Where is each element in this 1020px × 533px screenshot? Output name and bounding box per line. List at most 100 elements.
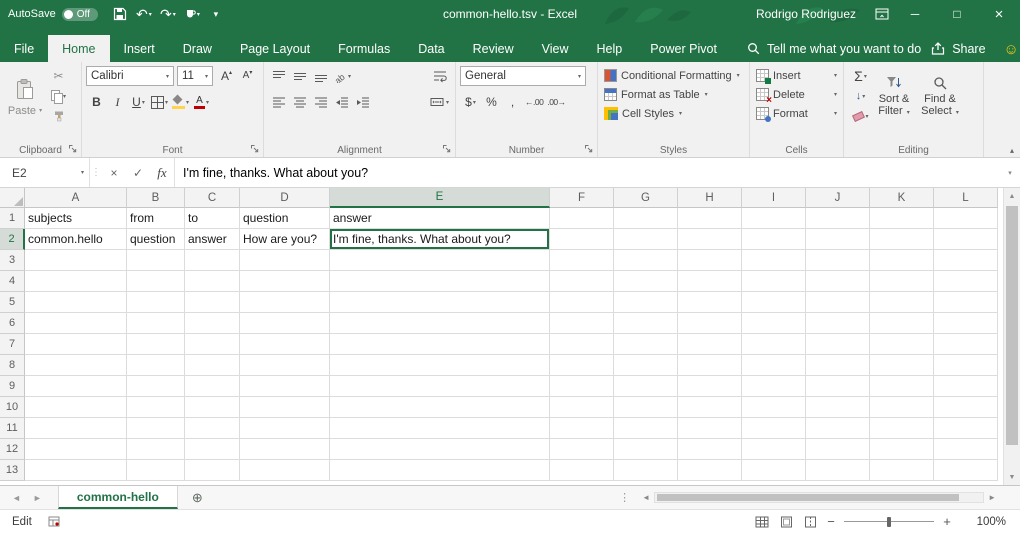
row-header-6[interactable]: 6 <box>0 313 25 334</box>
cell-K12[interactable] <box>870 439 934 460</box>
decrease-decimal-button[interactable]: .00→ <box>545 92 567 112</box>
cell-A4[interactable] <box>25 271 127 292</box>
cell-J11[interactable] <box>806 418 870 439</box>
normal-view-button[interactable] <box>750 512 774 532</box>
ribbon-tab-file[interactable]: File <box>0 35 48 62</box>
cell-F1[interactable] <box>550 208 614 229</box>
fill-button[interactable]: ↓▾ <box>850 86 871 106</box>
cell-A2[interactable]: common.hello <box>25 229 127 250</box>
cell-L4[interactable] <box>934 271 998 292</box>
cell-C10[interactable] <box>185 397 240 418</box>
cell-E1[interactable]: answer <box>330 208 550 229</box>
cell-D12[interactable] <box>240 439 330 460</box>
cell-I7[interactable] <box>742 334 806 355</box>
row-header-8[interactable]: 8 <box>0 355 25 376</box>
cell-H2[interactable] <box>678 229 742 250</box>
insert-cells-button[interactable]: Insert ▾ <box>754 66 839 85</box>
align-right-button[interactable] <box>310 92 331 112</box>
cell-F2[interactable] <box>550 229 614 250</box>
cell-H10[interactable] <box>678 397 742 418</box>
find-select-button[interactable]: Find & Select ▾ <box>917 73 963 119</box>
column-header-G[interactable]: G <box>614 188 678 208</box>
sheet-nav-left-button[interactable]: ◄ <box>12 493 21 503</box>
cell-I12[interactable] <box>742 439 806 460</box>
cell-I1[interactable] <box>742 208 806 229</box>
cell-G4[interactable] <box>614 271 678 292</box>
cell-E7[interactable] <box>330 334 550 355</box>
cell-H4[interactable] <box>678 271 742 292</box>
borders-button[interactable]: ▾ <box>149 92 170 112</box>
cell-A8[interactable] <box>25 355 127 376</box>
feedback-smiley-button[interactable]: ☺ <box>1004 41 1019 58</box>
cell-J12[interactable] <box>806 439 870 460</box>
touch-mouse-mode-button[interactable]: ▾ <box>180 1 204 27</box>
cell-E4[interactable] <box>330 271 550 292</box>
cell-B3[interactable] <box>127 250 185 271</box>
column-header-H[interactable]: H <box>678 188 742 208</box>
align-left-button[interactable] <box>268 92 289 112</box>
insert-function-button[interactable]: fx <box>150 158 174 187</box>
cell-K11[interactable] <box>870 418 934 439</box>
cell-G10[interactable] <box>614 397 678 418</box>
vertical-scrollbar[interactable]: ▲ ▼ <box>1003 188 1020 485</box>
cell-F10[interactable] <box>550 397 614 418</box>
cell-B13[interactable] <box>127 460 185 481</box>
cell-L12[interactable] <box>934 439 998 460</box>
cell-F5[interactable] <box>550 292 614 313</box>
cancel-button[interactable]: × <box>102 158 126 187</box>
column-header-F[interactable]: F <box>550 188 614 208</box>
cell-I9[interactable] <box>742 376 806 397</box>
row-header-4[interactable]: 4 <box>0 271 25 292</box>
cell-H11[interactable] <box>678 418 742 439</box>
cell-D13[interactable] <box>240 460 330 481</box>
ribbon-tab-draw[interactable]: Draw <box>169 35 226 62</box>
cell-I8[interactable] <box>742 355 806 376</box>
cell-F13[interactable] <box>550 460 614 481</box>
cell-B11[interactable] <box>127 418 185 439</box>
cell-D2[interactable]: How are you? <box>240 229 330 250</box>
italic-button[interactable]: I <box>107 92 128 112</box>
scroll-down-icon[interactable]: ▼ <box>1004 469 1020 485</box>
cell-styles-button[interactable]: Cell Styles ▾ <box>602 104 745 123</box>
cell-D3[interactable] <box>240 250 330 271</box>
cell-G7[interactable] <box>614 334 678 355</box>
merge-center-button[interactable]: ▾ <box>428 92 451 112</box>
cell-A3[interactable] <box>25 250 127 271</box>
cell-K8[interactable] <box>870 355 934 376</box>
page-break-view-button[interactable] <box>798 512 822 532</box>
column-header-K[interactable]: K <box>870 188 934 208</box>
delete-cells-button[interactable]: Delete ▾ <box>754 85 839 104</box>
cell-E11[interactable] <box>330 418 550 439</box>
align-top-button[interactable] <box>268 66 289 86</box>
cell-C8[interactable] <box>185 355 240 376</box>
cell-H7[interactable] <box>678 334 742 355</box>
row-header-1[interactable]: 1 <box>0 208 25 229</box>
cell-K13[interactable] <box>870 460 934 481</box>
cell-L10[interactable] <box>934 397 998 418</box>
cell-F8[interactable] <box>550 355 614 376</box>
font-size-select[interactable]: 11 ▾ <box>177 66 213 86</box>
row-header-10[interactable]: 10 <box>0 397 25 418</box>
scroll-up-icon[interactable]: ▲ <box>1004 188 1020 204</box>
ribbon-tab-help[interactable]: Help <box>583 35 637 62</box>
hscroll-left-button[interactable]: ◄ <box>642 493 650 502</box>
underline-button[interactable]: U▾ <box>128 92 149 112</box>
cell-H6[interactable] <box>678 313 742 334</box>
macro-record-button[interactable] <box>48 516 60 527</box>
hscroll-right-button[interactable]: ► <box>988 493 996 502</box>
cell-C5[interactable] <box>185 292 240 313</box>
cell-D5[interactable] <box>240 292 330 313</box>
page-layout-view-button[interactable] <box>774 512 798 532</box>
column-header-D[interactable]: D <box>240 188 330 208</box>
row-header-12[interactable]: 12 <box>0 439 25 460</box>
cell-B2[interactable]: question <box>127 229 185 250</box>
ribbon-tab-view[interactable]: View <box>528 35 583 62</box>
cell-C3[interactable] <box>185 250 240 271</box>
column-header-A[interactable]: A <box>25 188 127 208</box>
cell-D7[interactable] <box>240 334 330 355</box>
horizontal-scroll-thumb[interactable] <box>657 494 959 501</box>
cell-J6[interactable] <box>806 313 870 334</box>
row-header-2[interactable]: 2 <box>0 229 25 250</box>
formula-bar-expand-button[interactable]: ▾ <box>1000 158 1020 187</box>
cell-A10[interactable] <box>25 397 127 418</box>
